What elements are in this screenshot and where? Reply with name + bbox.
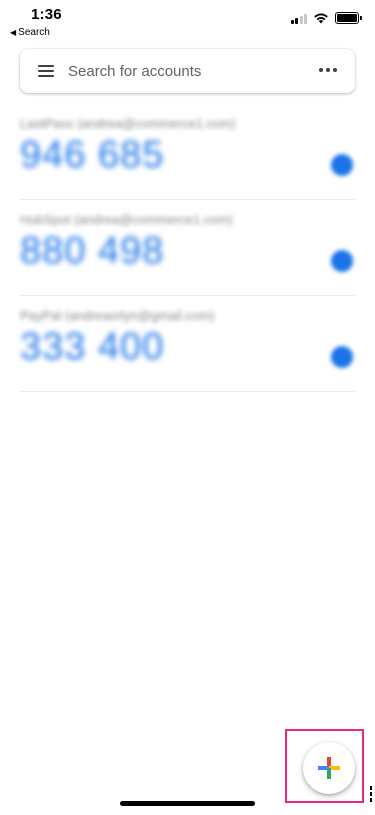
- timer-icon: [331, 346, 353, 368]
- battery-icon: [335, 12, 362, 24]
- timer-icon: [331, 154, 353, 176]
- account-label: HubSpot (andrea@commerce1.com): [20, 212, 233, 227]
- back-caret-icon: ◀: [10, 28, 17, 37]
- home-indicator[interactable]: [120, 801, 255, 806]
- add-account-button[interactable]: [303, 742, 355, 794]
- more-options-icon[interactable]: [319, 68, 337, 72]
- corner-mark: [368, 786, 374, 802]
- hamburger-menu-icon[interactable]: [38, 65, 54, 77]
- account-code[interactable]: 946 685: [20, 134, 164, 177]
- status-bar: 1:36 ◀ Search: [0, 0, 375, 44]
- account-item[interactable]: PayPal (andreaorlyn@gmail.com) 333 400: [20, 296, 355, 392]
- account-item[interactable]: HubSpot (andrea@commerce1.com) 880 498: [20, 200, 355, 296]
- account-label: PayPal (andreaorlyn@gmail.com): [20, 308, 215, 323]
- wifi-icon: [314, 13, 328, 24]
- search-input[interactable]: [68, 62, 298, 80]
- account-label: LastPass (andrea@commerce1.com): [20, 116, 236, 131]
- account-code[interactable]: 880 498: [20, 230, 164, 273]
- plus-icon: [318, 757, 340, 779]
- back-app-label: Search: [18, 27, 50, 38]
- account-code[interactable]: 333 400: [20, 326, 164, 369]
- search-bar: [20, 49, 355, 93]
- status-time: 1:36: [31, 6, 62, 23]
- back-to-app-link[interactable]: ◀ Search: [10, 27, 50, 38]
- account-item[interactable]: LastPass (andrea@commerce1.com) 946 685: [20, 104, 355, 200]
- timer-icon: [331, 250, 353, 272]
- cellular-signal-icon: [290, 13, 307, 24]
- status-icons: [290, 12, 362, 24]
